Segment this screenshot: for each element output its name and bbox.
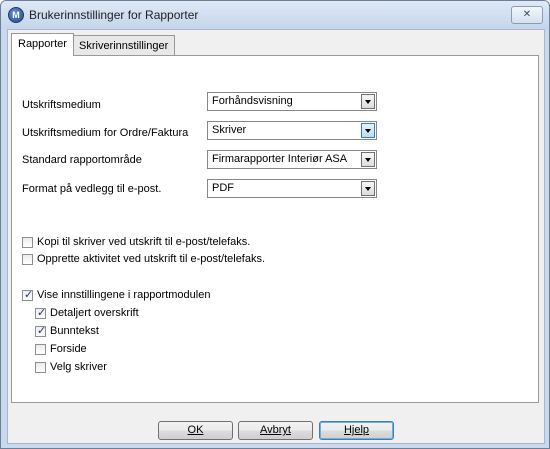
chevron-down-icon[interactable] [361,152,375,167]
checkbox-box[interactable]: ✓ [35,307,47,319]
order-invoice-medium-label: Utskriftsmedium for Ordre/Faktura [22,127,189,139]
footer-label: Bunntekst [50,325,99,337]
ok-button[interactable]: OK [158,421,233,440]
detailed-header-label: Detaljert overskrift [50,307,139,319]
chevron-down-icon[interactable] [361,123,375,138]
checkmark-icon: ✓ [37,307,47,319]
cancel-button[interactable]: Avbryt [238,421,313,440]
choose-printer-label: Velg skriver [50,361,107,373]
dialog-window: M Brukerinnstillinger for Rapporter ✕ Ra… [0,0,550,449]
checkbox-box[interactable] [35,362,46,373]
print-medium-select[interactable]: Forhåndsvisning [207,92,377,111]
order-invoice-medium-select[interactable]: Skriver [207,121,377,140]
chevron-down-icon[interactable] [361,181,375,196]
copy-to-printer-label: Kopi til skriver ved utskrift til e-post… [37,236,251,248]
attachment-format-label: Format på vedlegg til e-post. [22,183,162,195]
show-settings-label: Vise innstillingene i rapportmodulen [37,289,211,301]
chevron-down-icon[interactable] [361,94,375,109]
app-logo-icon: M [8,7,24,23]
print-medium-value: Forhåndsvisning [212,95,293,107]
print-medium-label: Utskriftsmedium [22,99,101,111]
tab-skriverinnstillinger[interactable]: Skriverinnstillinger [72,35,176,55]
tab-rapporter[interactable]: Rapporter [11,33,74,56]
create-activity-label: Opprette aktivitet ved utskrift til e-po… [37,253,266,265]
checkbox-box[interactable]: ✓ [35,325,47,337]
checkbox-box[interactable] [22,254,33,265]
report-area-value: Firmarapporter Interiør ASA [212,153,348,165]
order-invoice-medium-value: Skriver [212,124,247,136]
tab-panel-rapporter: Utskriftsmedium Forhåndsvisning Utskrift… [11,55,539,403]
checkbox-box[interactable] [35,344,46,355]
attachment-format-value: PDF [212,182,234,194]
window-title: Brukerinnstillinger for Rapporter [29,8,199,22]
checkmark-icon: ✓ [37,325,47,337]
checkmark-icon: ✓ [24,289,34,301]
help-button[interactable]: Hjelp [319,421,394,440]
checkbox-box[interactable]: ✓ [22,289,34,301]
checkbox-box[interactable] [22,237,33,248]
title-bar[interactable]: M Brukerinnstillinger for Rapporter ✕ [1,1,549,29]
report-area-label: Standard rapportområde [22,154,142,166]
close-button[interactable]: ✕ [511,6,543,24]
cover-page-label: Forside [50,343,87,355]
report-area-select[interactable]: Firmarapporter Interiør ASA [207,150,377,169]
attachment-format-select[interactable]: PDF [207,179,377,198]
dialog-body: Rapporter Skriverinnstillinger Utskrifts… [7,29,545,444]
